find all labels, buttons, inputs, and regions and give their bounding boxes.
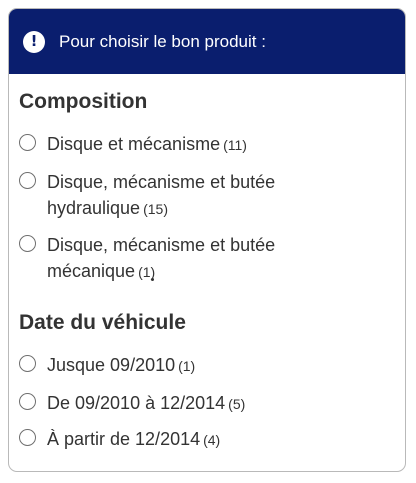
radio-button[interactable]: [19, 134, 36, 151]
option-label: De 09/2010 à 12/2014: [47, 393, 226, 413]
option-count: (5): [228, 396, 246, 412]
radio-option-disque-mecanisme[interactable]: Disque et mécanisme (11): [19, 131, 327, 158]
section-title-composition: Composition: [19, 90, 148, 113]
header-title: Pour choisir le bon produit :: [59, 31, 266, 51]
radio-option-jusque-2010[interactable]: Jusque 09/2010 (1): [19, 352, 327, 379]
radio-button[interactable]: [19, 172, 36, 189]
radio-option-butee-hydraulique[interactable]: Disque, mécanisme et butée hydraulique (1…: [19, 169, 327, 222]
radio-button[interactable]: [19, 355, 36, 372]
option-count: (15): [143, 201, 168, 217]
filter-panel: ! Pour choisir le bon produit : Composit…: [8, 8, 406, 472]
option-label: À partir de 12/2014: [47, 429, 201, 449]
radio-option-apres-2014[interactable]: À partir de 12/2014 (4): [19, 426, 327, 453]
option-count: (4): [203, 432, 221, 448]
section-title-date-vehicule: Date du véhicule: [19, 311, 186, 334]
option-count: (1): [178, 358, 196, 374]
option-label: Disque et mécanisme: [47, 134, 221, 154]
radio-button[interactable]: [19, 429, 36, 446]
radio-button[interactable]: [19, 393, 36, 410]
info-header: ! Pour choisir le bon produit :: [9, 9, 405, 74]
option-count: (11): [223, 137, 247, 153]
radio-button[interactable]: [19, 235, 36, 252]
radio-option-2010-2014[interactable]: De 09/2010 à 12/2014 (5): [19, 390, 327, 417]
stray-dot: [151, 278, 154, 281]
radio-option-butee-mecanique[interactable]: Disque, mécanisme et butée mécanique (1): [19, 232, 327, 285]
option-label: Jusque 09/2010: [47, 355, 176, 375]
exclamation-icon: !: [23, 30, 45, 53]
option-label: Disque, mécanisme et butée mécanique: [47, 235, 276, 281]
